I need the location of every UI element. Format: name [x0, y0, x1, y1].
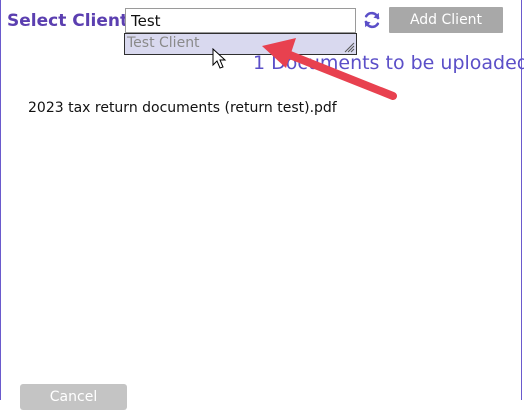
add-client-button[interactable]: Add Client	[389, 7, 503, 33]
refresh-icon[interactable]	[362, 10, 382, 30]
select-client-label: Select Client	[7, 11, 129, 31]
upload-status-text: 1 Documents to be uploaded	[253, 52, 524, 74]
cancel-button[interactable]: Cancel	[20, 384, 127, 410]
document-list-item: 2023 tax return documents (return test).…	[28, 100, 337, 116]
client-search-input[interactable]	[125, 8, 356, 33]
autocomplete-item[interactable]: Test Client	[127, 35, 200, 51]
mouse-pointer-icon	[212, 48, 227, 69]
